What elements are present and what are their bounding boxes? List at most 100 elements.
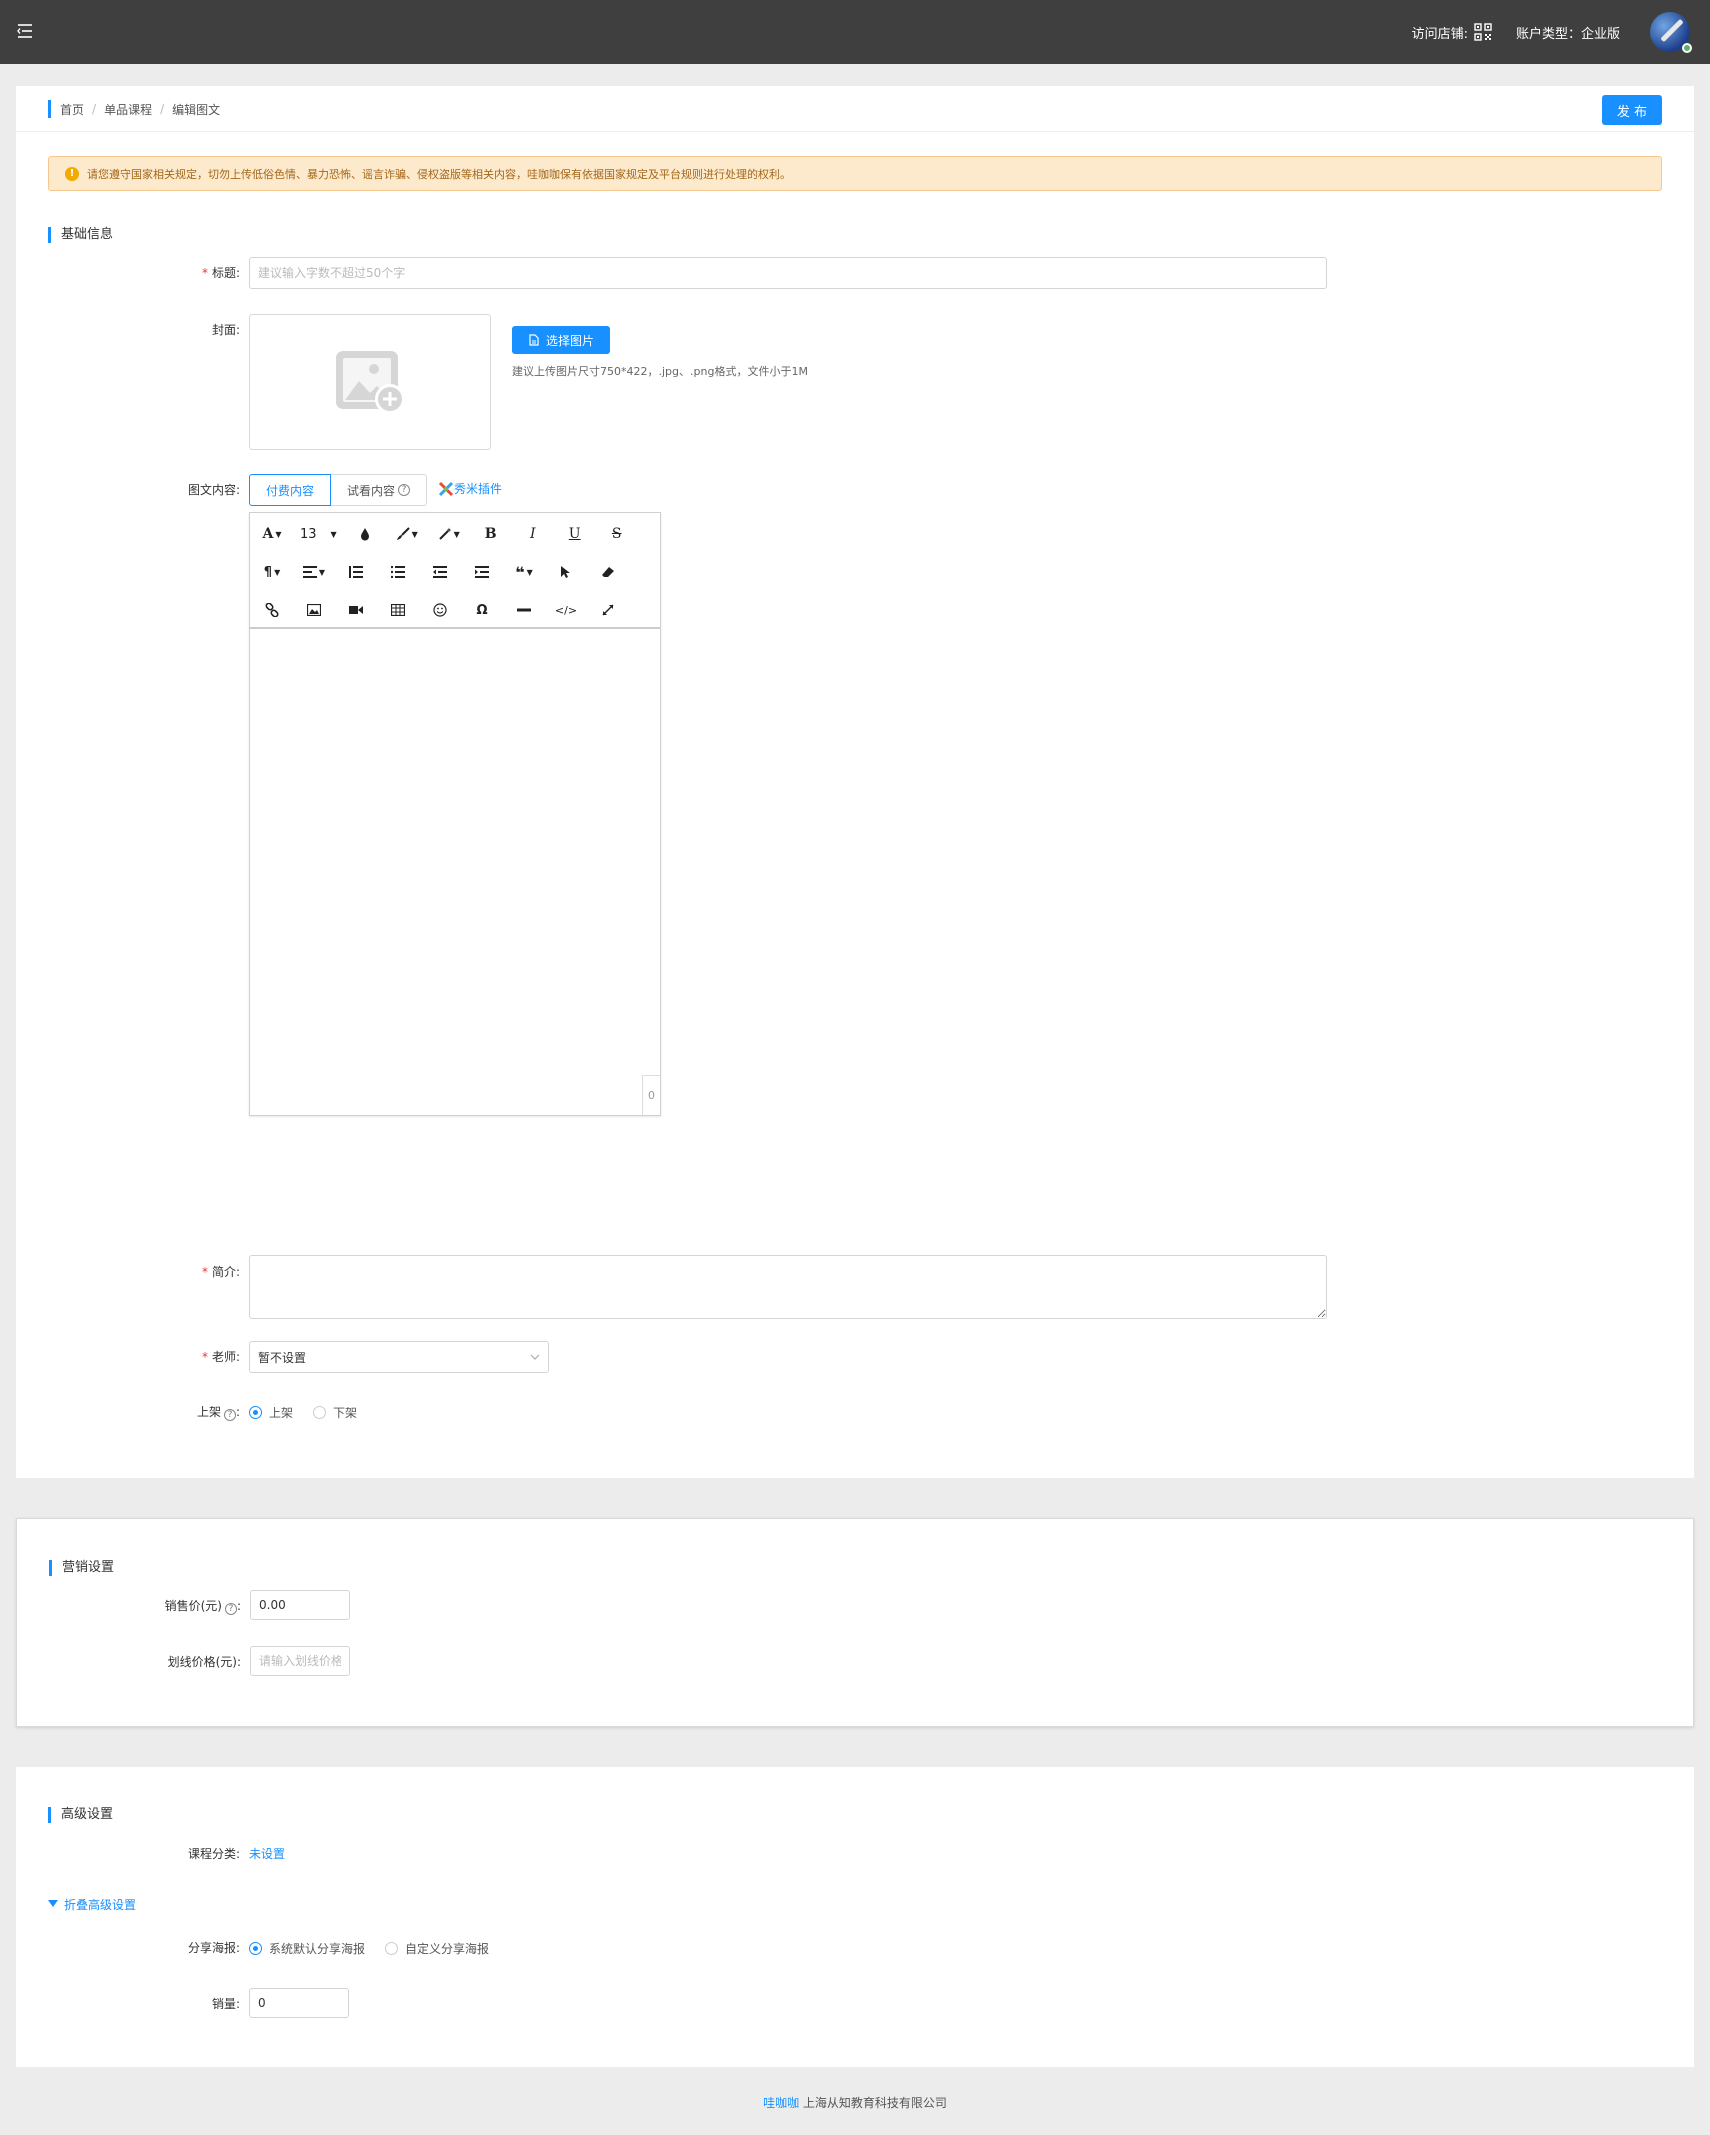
poster-label: 分享海报: xyxy=(187,1941,240,1955)
background-color-button[interactable]: ▼ xyxy=(393,520,421,548)
link-button[interactable] xyxy=(258,596,286,624)
title-label-text: 标题 xyxy=(211,266,236,280)
strikethrough-button[interactable]: S xyxy=(603,520,631,548)
cover-label-text: 封面 xyxy=(211,323,236,337)
clear-format-button[interactable] xyxy=(594,558,622,586)
align-button[interactable]: ▼ xyxy=(300,558,328,586)
select-image-button[interactable]: 选择图片 xyxy=(512,326,610,354)
paragraph-button[interactable]: ¶ ▼ xyxy=(258,558,286,586)
strike-price-label: 划线价格(元): xyxy=(167,1655,241,1669)
editor-content-area[interactable]: 0 xyxy=(250,631,660,1115)
tab-trial-content[interactable]: 试看内容? xyxy=(331,474,428,506)
underline-button[interactable]: U xyxy=(561,520,589,548)
video-icon xyxy=(349,606,363,614)
insert-video-button[interactable] xyxy=(342,596,370,624)
intro-textarea[interactable] xyxy=(249,1255,1327,1319)
teacher-select[interactable]: 暂不设置 xyxy=(249,1341,549,1373)
price-input[interactable] xyxy=(250,1590,350,1620)
italic-button[interactable]: I xyxy=(519,520,547,548)
price-label-text: 销售价(元) xyxy=(164,1599,222,1613)
horizontal-rule-button[interactable] xyxy=(510,596,538,624)
image-add-icon xyxy=(336,351,405,414)
source-code-button[interactable]: </> xyxy=(552,596,580,624)
advanced-card: 高级设置 课程分类: 未设置 折叠高级设置 分享海报: 系统默认分享海报 自定义… xyxy=(16,1767,1694,2067)
magic-wand-button[interactable]: ▼ xyxy=(435,520,463,548)
intro-label-text: 简介 xyxy=(211,1265,236,1279)
radio-poster-default-label: 系统默认分享海报 xyxy=(269,1942,366,1956)
drop-icon xyxy=(360,528,369,541)
insert-table-button[interactable] xyxy=(384,596,412,624)
sales-label: 销量: xyxy=(211,1997,240,2011)
category-link[interactable]: 未设置 xyxy=(249,1844,285,1864)
radio-shelf-on[interactable]: 上架 xyxy=(249,1404,293,1421)
category-label-text: 课程分类 xyxy=(187,1847,236,1861)
visit-shop-link[interactable]: 访问店铺: xyxy=(1412,23,1492,42)
ordered-list-button[interactable] xyxy=(342,558,370,586)
quote-button[interactable]: ❝ ▼ xyxy=(510,558,538,586)
select-image-label: 选择图片 xyxy=(545,333,594,348)
outdent-icon xyxy=(433,566,447,578)
insert-image-button[interactable] xyxy=(300,596,328,624)
breadcrumb-bar: 首页 / 单品课程 / 编辑图文 发 布 xyxy=(16,86,1694,132)
content-label: 图文内容: xyxy=(187,483,240,497)
tab-paid-content[interactable]: 付费内容 xyxy=(249,474,332,506)
outdent-button[interactable] xyxy=(426,558,454,586)
sales-label-text: 销量 xyxy=(211,1997,236,2011)
notice-text: 请您遵守国家相关规定，切勿上传低俗色情、暴力恐怖、谣言诈骗、侵权盗版等相关内容，… xyxy=(87,167,791,181)
radio-shelf-off-label: 下架 xyxy=(333,1406,358,1420)
collapse-advanced-toggle[interactable]: 折叠高级设置 xyxy=(48,1894,136,1914)
help-icon[interactable]: ? xyxy=(223,1409,236,1421)
radio-poster-default[interactable]: 系统默认分享海报 xyxy=(249,1940,365,1957)
ordered-list-icon xyxy=(349,566,363,578)
footer: 哇咖咖 上海从知教育科技有限公司 xyxy=(0,2094,1710,2111)
strike-price-input[interactable] xyxy=(250,1646,350,1676)
cover-upload-box[interactable] xyxy=(249,314,491,450)
text-color-button[interactable] xyxy=(351,520,379,548)
font-size-button[interactable]: 13 ▼ xyxy=(300,520,337,548)
publish-button[interactable]: 发 布 xyxy=(1602,95,1662,125)
strike-price-label-text: 划线价格(元) xyxy=(167,1655,237,1669)
avatar[interactable] xyxy=(1650,12,1692,53)
footer-brand-link[interactable]: 哇咖咖 xyxy=(763,2096,799,2110)
content-label-text: 图文内容 xyxy=(187,483,236,497)
collapse-advanced-label: 折叠高级设置 xyxy=(64,1897,137,1912)
breadcrumb-separator: / xyxy=(92,102,97,116)
caret-down-icon xyxy=(48,1900,58,1907)
title-input[interactable] xyxy=(249,257,1327,289)
radio-shelf-on-label: 上架 xyxy=(269,1406,294,1420)
radio-circle xyxy=(249,1942,262,1955)
visit-shop-label: 访问店铺: xyxy=(1411,26,1468,42)
radio-circle xyxy=(313,1406,327,1419)
radio-poster-custom[interactable]: 自定义分享海报 xyxy=(385,1940,489,1957)
shelf-label: 上架?: xyxy=(196,1405,240,1421)
breadcrumb-separator: / xyxy=(160,102,165,116)
breadcrumb-single-course[interactable]: 单品课程 xyxy=(104,101,152,118)
unordered-list-button[interactable] xyxy=(384,558,412,586)
fullscreen-button[interactable] xyxy=(594,596,622,624)
menu-toggle-icon[interactable] xyxy=(16,22,34,40)
bullet-list-icon xyxy=(391,566,405,578)
toolbar-row: Ω </> xyxy=(250,591,660,629)
emoji-button[interactable] xyxy=(426,596,454,624)
radio-circle xyxy=(385,1942,399,1955)
sales-input[interactable] xyxy=(249,1988,349,2018)
xiumi-plugin-link[interactable]: 秀米插件 xyxy=(438,480,502,497)
content-tabs: 付费内容 试看内容? xyxy=(249,474,428,506)
indent-button[interactable] xyxy=(468,558,496,586)
table-icon xyxy=(391,604,405,616)
cursor-icon xyxy=(561,566,570,578)
breadcrumb-home[interactable]: 首页 xyxy=(60,101,84,118)
select-all-button[interactable] xyxy=(552,558,580,586)
poster-radio-group: 系统默认分享海报 自定义分享海报 xyxy=(249,1940,509,1957)
qr-code-icon[interactable] xyxy=(1474,23,1492,41)
font-family-button[interactable]: A ▼ xyxy=(258,520,286,548)
help-icon[interactable]: ? xyxy=(224,1603,237,1615)
price-label: 销售价(元)?: xyxy=(164,1599,241,1615)
poster-label-text: 分享海报 xyxy=(187,1941,236,1955)
warning-icon: ! xyxy=(65,166,79,181)
bold-button[interactable]: B xyxy=(477,520,505,548)
radio-shelf-off[interactable]: 下架 xyxy=(313,1404,357,1421)
shelf-radio-group: 上架 下架 xyxy=(249,1404,377,1421)
help-icon[interactable]: ? xyxy=(398,484,411,496)
special-char-button[interactable]: Ω xyxy=(468,596,496,624)
